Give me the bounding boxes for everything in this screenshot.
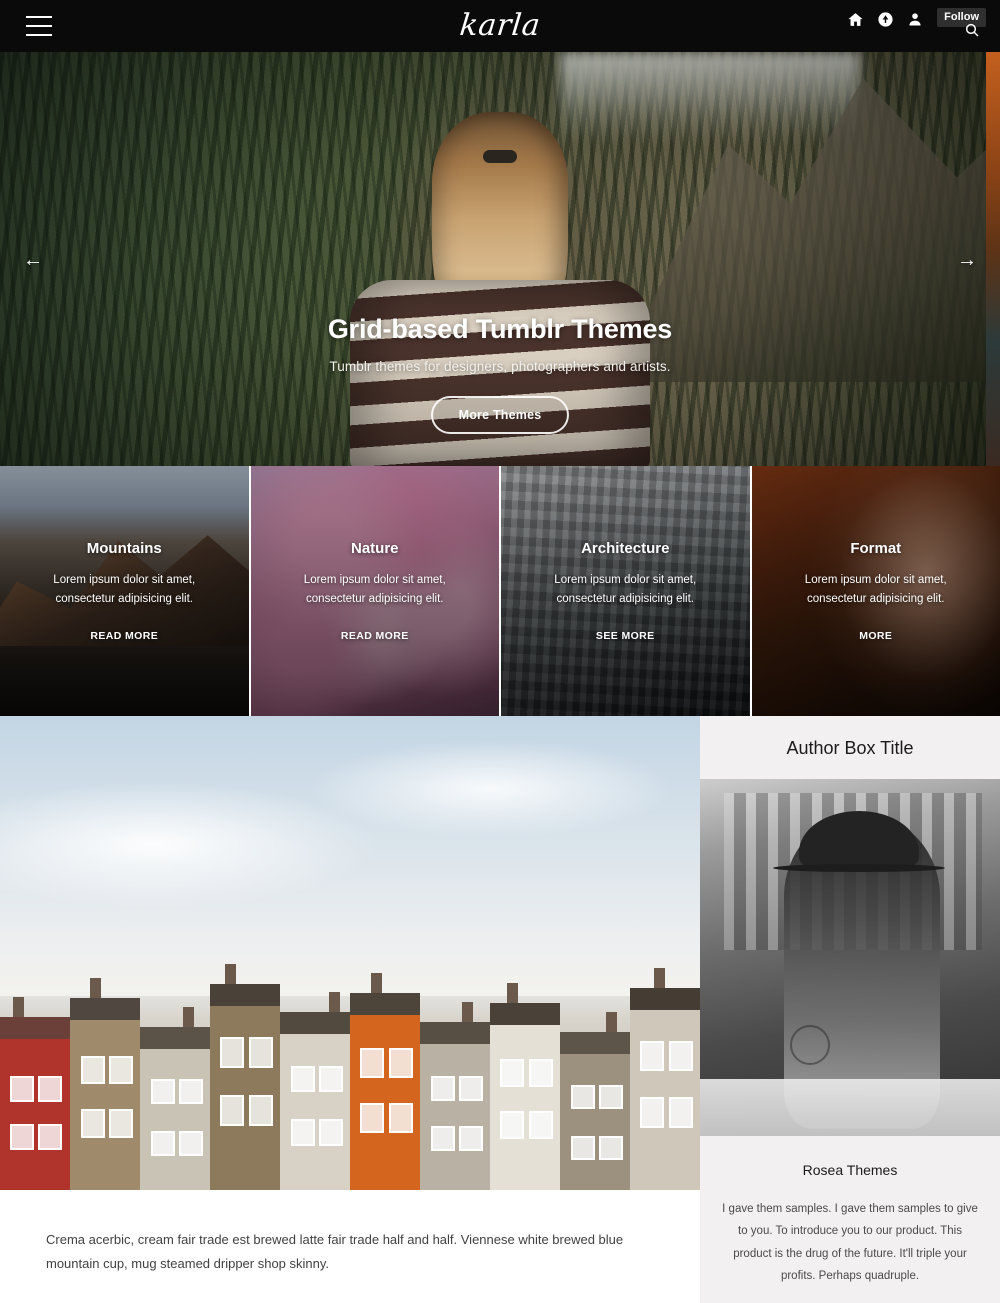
house (490, 982, 560, 1190)
hero-title: Grid-based Tumblr Themes (327, 314, 673, 344)
card-read-more-link[interactable]: MORE (859, 630, 892, 642)
sidebar: Author Box Title Rosea Themes I gave the… (700, 716, 1000, 1303)
post-image-houses (0, 950, 700, 1190)
author-name: Rosea Themes (802, 1162, 898, 1178)
author-photo-desk (700, 1078, 1000, 1136)
card-read-more-link[interactable]: SEE MORE (596, 630, 655, 642)
card-title: Format (850, 539, 902, 557)
hero-subtitle: Tumblr themes for designers, photographe… (329, 359, 671, 374)
house (210, 963, 280, 1190)
house (140, 1006, 210, 1190)
slider-prev-arrow[interactable]: ← (18, 250, 48, 270)
home-icon[interactable] (845, 8, 865, 30)
card-description: Lorem ipsum dolor sit amet, consectetur … (804, 573, 947, 605)
hero-slider: ← → Grid-based Tumblr Themes Tumblr them… (0, 52, 1000, 466)
page-root: karla Follow ← → Grid-based Tumblr Theme… (0, 0, 1000, 1303)
card-title: Nature (350, 539, 399, 557)
house (630, 968, 700, 1190)
post-featured-image[interactable] (0, 716, 700, 1190)
card-title: Architecture (581, 539, 670, 557)
category-card-grid: Mountains Lorem ipsum dolor sit amet, co… (0, 466, 1000, 716)
card-description: Lorem ipsum dolor sit amet, consectetur … (303, 573, 446, 605)
more-themes-button[interactable]: More Themes (430, 396, 570, 434)
house (0, 997, 70, 1190)
house (350, 973, 420, 1190)
house (70, 978, 140, 1190)
category-card-nature[interactable]: Nature Lorem ipsum dolor sit amet, conse… (250, 466, 499, 716)
card-title: Mountains (86, 539, 162, 557)
instagram-feed-title: Instagram Feed (700, 1288, 1000, 1303)
search-icon[interactable] (964, 22, 980, 43)
card-read-more-link[interactable]: READ MORE (90, 630, 158, 642)
author-description: I gave them samples. I gave them samples… (722, 1203, 978, 1283)
slider-next-arrow[interactable]: → (952, 250, 982, 270)
card-description: Lorem ipsum dolor sit amet, consectetur … (53, 573, 196, 605)
author-photo (700, 779, 1000, 1136)
post-excerpt: Crema acerbic, cream fair trade est brew… (46, 1232, 624, 1272)
house (280, 992, 350, 1190)
category-card-mountains[interactable]: Mountains Lorem ipsum dolor sit amet, co… (0, 466, 249, 716)
category-card-format[interactable]: Format Lorem ipsum dolor sit amet, conse… (751, 466, 1000, 716)
top-navigation-bar: karla Follow (0, 0, 1000, 52)
house (420, 1002, 490, 1190)
card-description: Lorem ipsum dolor sit amet, consectetur … (554, 573, 697, 605)
post-text-block: Crema acerbic, cream fair trade est brew… (0, 1190, 700, 1303)
account-icon[interactable] (905, 8, 925, 30)
dashboard-icon[interactable] (875, 8, 895, 30)
house (560, 1011, 630, 1190)
category-card-architecture[interactable]: Architecture Lorem ipsum dolor sit amet,… (501, 466, 750, 716)
card-read-more-link[interactable]: READ MORE (341, 630, 409, 642)
hero-caption: Grid-based Tumblr Themes Tumblr themes f… (0, 314, 1000, 434)
author-photo-tattoo (790, 1024, 830, 1065)
author-box-title: Author Box Title (786, 738, 914, 758)
main-content-column: Crema acerbic, cream fair trade est brew… (0, 716, 700, 1303)
